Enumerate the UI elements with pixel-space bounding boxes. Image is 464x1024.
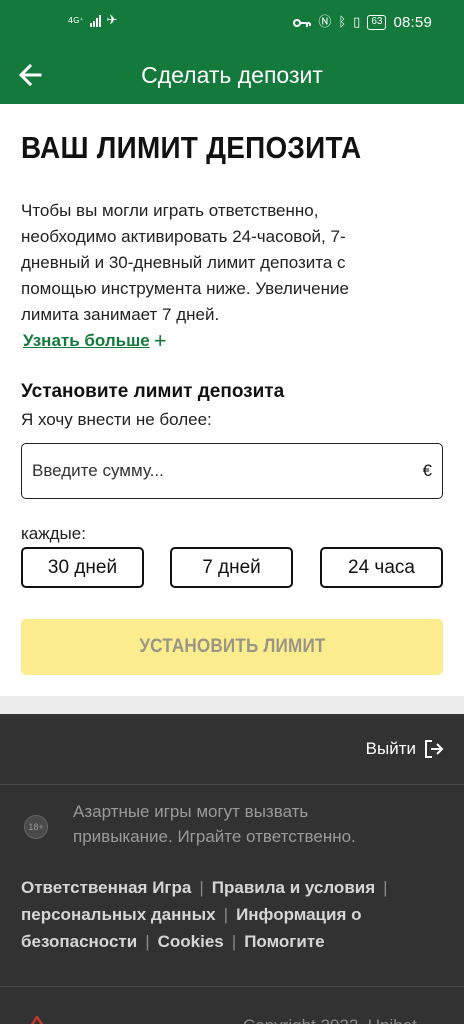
copyright: Copyright 2022, Unibet — [243, 1016, 417, 1024]
status-bar: 4G⁺ ✈ Ⓝ ᛒ ▯ 63 08:59 — [0, 0, 464, 46]
key-icon — [293, 18, 312, 27]
clock: 08:59 — [393, 14, 432, 31]
status-right: Ⓝ ᛒ ▯ 63 08:59 — [293, 14, 432, 31]
footer-divider — [0, 986, 464, 987]
section-title: Установите лимит депозита — [21, 381, 285, 402]
battery-icon: 63 — [367, 15, 387, 30]
footer: Выйти 18+ Азартные игры могут вызвать пр… — [0, 714, 464, 1024]
footer-link-help[interactable]: Помогите — [244, 932, 324, 951]
link-separator: | — [199, 878, 204, 897]
period-7-days-button[interactable]: 7 дней — [170, 547, 293, 588]
set-limit-button[interactable]: УСТАНОВИТЬ ЛИМИТ — [21, 619, 443, 675]
description: Чтобы вы могли играть ответственно, необ… — [21, 201, 349, 324]
period-label: каждые: — [21, 524, 86, 543]
logout-label: Выйти — [365, 739, 416, 758]
learn-more-label: Узнать больше — [23, 331, 150, 350]
signal-icon — [89, 15, 101, 27]
footer-link-cookies[interactable]: Cookies — [158, 932, 224, 951]
status-left: 4G⁺ ✈ — [68, 13, 117, 29]
footer-link-terms[interactable]: Правила и условия — [212, 878, 375, 897]
gambling-warning: Азартные игры могут вызвать привыкание. … — [73, 802, 356, 846]
period-24-hours-button[interactable]: 24 часа — [320, 547, 443, 588]
app-bar: Сделать депозит — [0, 46, 464, 104]
bluetooth-icon: ᛒ — [338, 14, 347, 30]
link-separator: | — [145, 932, 150, 951]
vibrate-icon: ▯ — [353, 14, 361, 30]
section-divider — [0, 696, 464, 714]
footer-divider — [0, 784, 464, 785]
logout-button[interactable]: Выйти — [366, 739, 444, 759]
nfc-icon: Ⓝ — [318, 14, 332, 30]
plus-icon: + — [153, 328, 167, 353]
link-separator: | — [231, 932, 237, 951]
headline: ВАШ ЛИМИТ ДЕПОЗИТА — [21, 130, 362, 165]
period-30-days-button[interactable]: 30 дней — [21, 547, 144, 588]
currency-symbol: € — [422, 461, 432, 480]
amount-field[interactable]: € — [21, 443, 443, 499]
footer-link-responsible-gaming[interactable]: Ответственная Игра — [21, 878, 191, 897]
wifi-icon: ✈ — [106, 13, 118, 28]
age-restriction-icon: 18+ — [24, 815, 48, 839]
brand-logo-icon — [30, 1016, 44, 1024]
deposit-limit-panel: ВАШ ЛИМИТ ДЕПОЗИТА Чтобы вы могли играть… — [0, 104, 464, 696]
page-title: Сделать депозит — [141, 62, 323, 88]
amount-input[interactable] — [32, 444, 402, 497]
footer-link-personal-data[interactable]: персональных данных — [21, 905, 216, 924]
logout-icon — [425, 740, 444, 758]
set-limit-label: УСТАНОВИТЬ ЛИМИТ — [138, 636, 326, 657]
footer-links: Ответственная Игра | Правила и условия | пе… — [21, 874, 451, 955]
link-separator: | — [383, 878, 388, 897]
amount-label: Я хочу внести не более: — [21, 410, 212, 429]
network-type: 4G⁺ — [68, 16, 84, 25]
link-separator: | — [223, 905, 229, 924]
learn-more-link[interactable]: Узнать больше + — [23, 328, 167, 353]
